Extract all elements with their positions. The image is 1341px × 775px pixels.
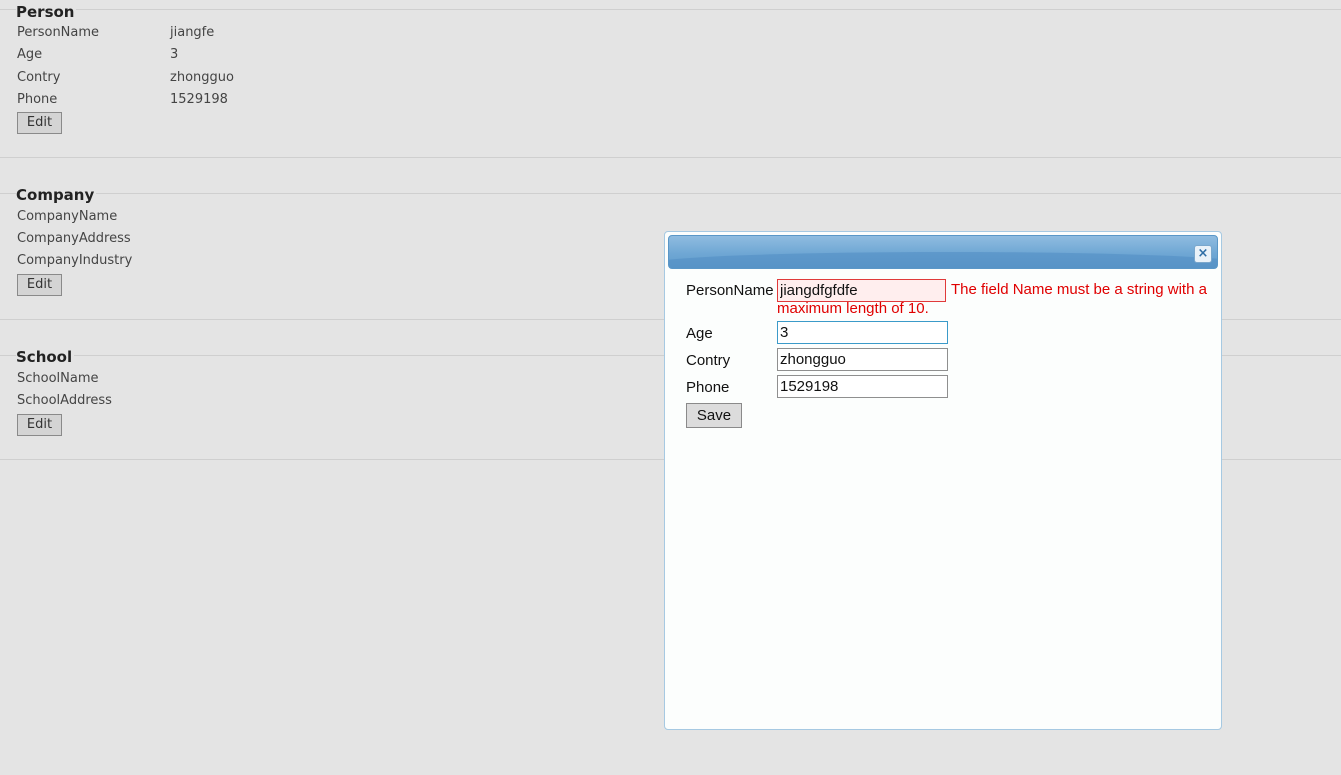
country-input[interactable] — [777, 348, 948, 371]
company-legend: Company — [16, 186, 97, 204]
dialog-phone-label: Phone — [686, 379, 730, 396]
edit-person-dialog: × PersonName The field Name must be a st… — [664, 231, 1222, 730]
section-divider — [0, 157, 1341, 158]
field-label: Age — [17, 47, 43, 62]
person-edit-button[interactable]: Edit — [17, 112, 62, 134]
field-value: 3 — [170, 47, 179, 62]
dialog-person-name-label: PersonName — [686, 282, 774, 299]
company-edit-button[interactable]: Edit — [17, 274, 62, 296]
field-label: CompanyName — [17, 209, 118, 224]
person-legend: Person — [16, 3, 77, 21]
person-name-row: PersonName jiangfe — [17, 25, 214, 41]
section-divider — [0, 193, 1341, 194]
school-name-row: SchoolName — [17, 371, 170, 387]
field-label: CompanyAddress — [17, 231, 131, 246]
company-name-row: CompanyName — [17, 209, 170, 225]
field-label: Contry — [17, 70, 61, 85]
close-icon[interactable]: × — [1194, 245, 1212, 263]
person-phone-row: Phone 1529198 — [17, 92, 228, 108]
field-value: 1529198 — [170, 92, 228, 107]
field-label: CompanyIndustry — [17, 253, 133, 268]
dialog-country-label: Contry — [686, 352, 731, 369]
phone-input[interactable] — [777, 375, 948, 398]
field-label: Phone — [17, 92, 58, 107]
titlebar-decoration — [669, 252, 1217, 268]
school-edit-button[interactable]: Edit — [17, 414, 62, 436]
dialog-titlebar[interactable]: × — [668, 235, 1218, 269]
field-value: jiangfe — [170, 25, 215, 40]
company-industry-row: CompanyIndustry — [17, 253, 170, 269]
section-divider — [0, 9, 1341, 10]
school-legend: School — [16, 348, 75, 366]
person-name-validation-error: The field Name must be a string with a m… — [777, 281, 1207, 317]
field-label: SchoolName — [17, 371, 99, 386]
company-address-row: CompanyAddress — [17, 231, 170, 247]
person-country-row: Contry zhongguo — [17, 70, 234, 86]
page: Person PersonName jiangfe Age 3 Contry zhon… — [0, 0, 1341, 775]
field-value: zhongguo — [170, 70, 234, 85]
save-button[interactable]: Save — [686, 403, 742, 428]
age-input[interactable] — [777, 321, 948, 344]
dialog-age-label: Age — [686, 325, 713, 342]
school-address-row: SchoolAddress — [17, 393, 170, 409]
person-age-row: Age 3 — [17, 47, 178, 63]
field-label: PersonName — [17, 25, 100, 40]
field-label: SchoolAddress — [17, 393, 112, 408]
